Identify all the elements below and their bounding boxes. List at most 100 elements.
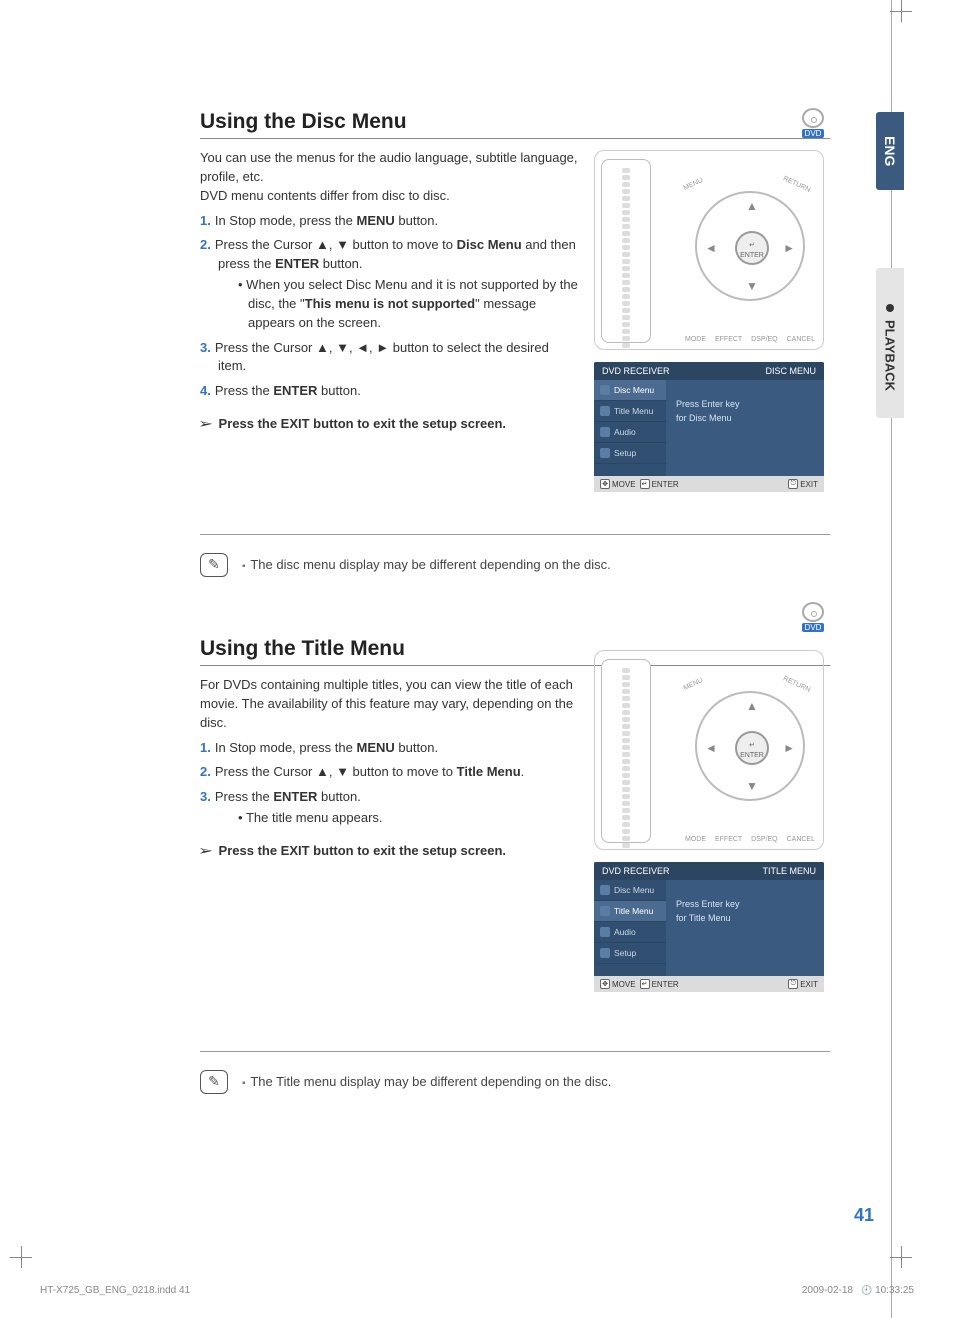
figure-remote-dpad: for(let i=0;i<26;i++)document.write('<di…	[594, 650, 824, 850]
osd-sidebar: Disc Menu Title Menu Audio Setup	[594, 380, 666, 476]
step-text: In Stop mode, press the	[215, 213, 357, 228]
pointer-icon: ➢	[198, 415, 213, 434]
osd-item-label: Disc Menu	[614, 385, 654, 395]
key-label: MOVE	[612, 980, 636, 989]
arrow-right-icon: ►	[783, 741, 795, 755]
step-sub-bullet: • When you select Disc Menu and it is no…	[218, 276, 580, 333]
osd-title: DISC MENU	[765, 366, 816, 376]
menu-icon	[600, 885, 610, 895]
osd-item-audio: Audio	[594, 922, 666, 943]
step-4: 4. Press the ENTER button.	[200, 382, 580, 401]
arrow-right-icon: ►	[783, 241, 795, 255]
remote-bottom-labels: MODE EFFECT DSP/EQ CANCEL	[685, 336, 815, 343]
speaker-icon	[600, 927, 610, 937]
remote-label-menu: MENU	[682, 177, 704, 192]
arrow-down-icon: ▼	[746, 279, 758, 293]
osd-item-title-menu: Title Menu	[594, 901, 666, 922]
osd-hint-line1: Press Enter key	[676, 398, 814, 412]
step-number: 1.	[200, 213, 211, 228]
remote-dpad: ▲ ▼ ◄ ► ↵ENTER	[695, 191, 805, 301]
osd-footer: ✥MOVE ↵ENTER ⎋EXIT	[594, 976, 824, 992]
remote-outline: for(let i=0;i<26;i++)document.write('<di…	[601, 659, 651, 843]
figure-osd-title-menu: DVD RECEIVER TITLE MENU Disc Menu Title …	[594, 862, 824, 992]
osd-hint-line2: for Disc Menu	[676, 412, 814, 426]
key-label: EXIT	[800, 480, 818, 489]
note-text: The disc menu display may be different d…	[242, 557, 611, 572]
osd-item-label: Title Menu	[614, 406, 653, 416]
osd-body: Disc Menu Title Menu Audio Setup Press E…	[594, 880, 824, 976]
print-footer: HT-X725_GB_ENG_0218.indd 41 2009-02-18 1…	[40, 1285, 914, 1296]
side-tab-eng: ENG	[876, 112, 904, 190]
step-2: 2. Press the Cursor ▲, ▼ button to move t…	[200, 763, 580, 782]
note-icon: ✎	[200, 553, 228, 577]
step-text: button.	[317, 383, 360, 398]
osd-key-move: ✥MOVE	[600, 479, 636, 489]
exit-text: Press the EXIT button to exit the setup …	[219, 843, 507, 858]
crop-mark-icon	[890, 1246, 912, 1268]
osd-item-disc-menu: Disc Menu	[594, 380, 666, 401]
osd-item-disc-menu: Disc Menu	[594, 880, 666, 901]
osd-footer: ✥MOVE ↵ENTER ⎋EXIT	[594, 476, 824, 492]
speaker-icon	[600, 427, 610, 437]
osd-item-label: Setup	[614, 448, 636, 458]
figure-osd-disc-menu: DVD RECEIVER DISC MENU Disc Menu Title M…	[594, 362, 824, 492]
remote-label: EFFECT	[715, 336, 742, 343]
remote-label: DSP/EQ	[751, 336, 777, 343]
step-number: 4.	[200, 383, 211, 398]
osd-item-audio: Audio	[594, 422, 666, 443]
step-text: .	[521, 764, 525, 779]
step-number: 3.	[200, 789, 211, 804]
exit-key-icon: ⎋	[788, 979, 798, 989]
step-text: Press the Cursor ▲, ▼ button to move to	[215, 764, 457, 779]
key-label: MOVE	[612, 480, 636, 489]
step-1: 1.In Stop mode, press the MENU button.	[200, 739, 580, 758]
step-sub-bullet: • The title menu appears.	[218, 809, 580, 828]
remote-label: MODE	[685, 336, 706, 343]
exit-instruction: ➢ Press the EXIT button to exit the setu…	[200, 842, 580, 861]
menu-ref: Title Menu	[457, 764, 521, 779]
step-1: 1. In Stop mode, press the MENU button.	[200, 212, 580, 231]
divider	[200, 534, 830, 535]
clock-icon	[861, 1285, 875, 1296]
footer-datetime: 2009-02-18 10:33:25	[802, 1285, 914, 1296]
note-icon: ✎	[200, 1070, 228, 1094]
step-2: 2.Press the Cursor ▲, ▼ button to move t…	[200, 236, 580, 332]
figure-remote-dpad: for(let i=0;i<26;i++)document.write('<di…	[594, 150, 824, 350]
osd-key-exit: ⎋EXIT	[788, 979, 818, 989]
section-title-disc-menu: Using the Disc Menu	[200, 110, 830, 139]
dpad-key-icon: ✥	[600, 479, 610, 489]
menu-icon	[600, 906, 610, 916]
key-label: ENTER	[652, 480, 679, 489]
step-text: button.	[319, 256, 362, 271]
arrow-up-icon: ▲	[746, 699, 758, 713]
step-text: Press the	[215, 789, 274, 804]
osd-key-move: ✥MOVE	[600, 979, 636, 989]
remote-label-menu: MENU	[682, 677, 704, 692]
crop-border-right	[891, 0, 892, 1318]
intro-text: DVD menu contents differ from disc to di…	[200, 187, 580, 206]
arrow-down-icon: ▼	[746, 779, 758, 793]
step-text: Press the Cursor ▲, ▼, ◄, ► button to se…	[215, 340, 549, 374]
button-ref: MENU	[356, 213, 394, 228]
osd-header: DVD RECEIVER TITLE MENU	[594, 862, 824, 880]
button-ref: ENTER	[273, 383, 317, 398]
step-text: button.	[395, 213, 438, 228]
side-tab-playback-label: PLAYBACK	[883, 320, 898, 391]
osd-title: TITLE MENU	[762, 866, 816, 876]
remote-label: CANCEL	[787, 836, 815, 843]
step-3: 3.Press the ENTER button. • The title me…	[200, 788, 580, 828]
step-text: Press the	[215, 383, 274, 398]
osd-item-label: Disc Menu	[614, 885, 654, 895]
crop-mark-icon	[10, 1246, 32, 1268]
osd-item-title-menu: Title Menu	[594, 401, 666, 422]
steps-list: 1. In Stop mode, press the MENU button. 2…	[200, 212, 580, 402]
menu-icon	[600, 406, 610, 416]
step-number: 1.	[200, 740, 211, 755]
footer-date: 2009-02-18	[802, 1285, 853, 1296]
osd-item-label: Audio	[614, 427, 636, 437]
step-number: 2.	[200, 764, 211, 779]
pointer-icon: ➢	[198, 842, 213, 861]
intro-text: For DVDs containing multiple titles, you…	[200, 676, 580, 733]
arrow-up-icon: ▲	[746, 199, 758, 213]
key-label: ENTER	[652, 980, 679, 989]
